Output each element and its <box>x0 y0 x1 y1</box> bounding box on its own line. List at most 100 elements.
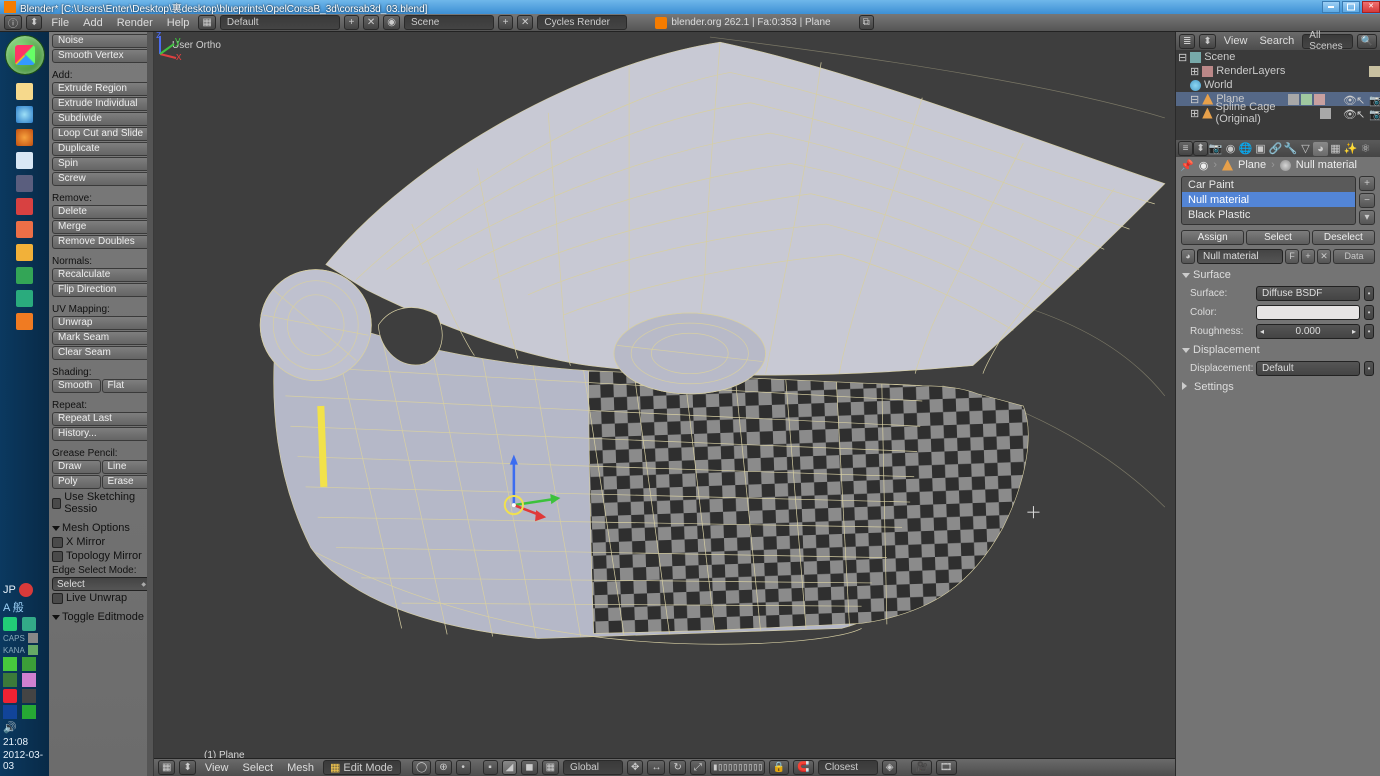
screen-delete-icon[interactable]: ✕ <box>363 15 379 30</box>
topology-mirror-checkbox[interactable] <box>52 551 63 562</box>
gp-line-button[interactable]: Line <box>102 460 151 474</box>
lock-camera-icon[interactable]: 🔒 <box>769 760 789 775</box>
task-item-notepad[interactable] <box>6 149 44 171</box>
pivot-menu-icon[interactable]: ⊕ <box>435 760 451 775</box>
live-unwrap-checkbox[interactable] <box>52 593 63 604</box>
mat-fake-user-button[interactable]: F <box>1285 249 1299 264</box>
tool-extrude-individual-button[interactable]: Extrude Individual <box>52 97 150 111</box>
outliner-search-menu[interactable]: Search <box>1255 34 1298 48</box>
surface-type-select[interactable]: Diffuse BSDF <box>1256 286 1360 301</box>
settings-section-header[interactable]: Settings <box>1176 378 1380 396</box>
tool-delete-button[interactable]: Delete <box>52 205 150 219</box>
taskbar-date[interactable]: 2012-03-03 <box>3 750 46 772</box>
vp-editor-type-icon[interactable]: ▦ <box>158 760 175 775</box>
menu-file[interactable]: File <box>46 15 74 31</box>
tool-duplicate-button[interactable]: Duplicate <box>52 142 150 156</box>
menu-add[interactable]: Add <box>78 15 108 31</box>
gp-poly-button[interactable]: Poly <box>52 475 101 489</box>
gp-draw-button[interactable]: Draw <box>52 460 101 474</box>
screen-add-icon[interactable]: + <box>344 15 359 30</box>
mat-slot-black-plastic[interactable]: Black Plastic <box>1182 207 1355 222</box>
outliner-row-renderlayers[interactable]: ⊞RenderLayers <box>1176 64 1380 78</box>
shading-mode-icon[interactable]: ◯ <box>412 760 431 775</box>
tool-unwrap-button[interactable]: Unwrap <box>52 316 150 330</box>
mat-deselect-button[interactable]: Deselect <box>1312 230 1375 245</box>
tab-particles[interactable]: ✨ <box>1343 142 1358 156</box>
mat-slot-null[interactable]: Null material <box>1182 192 1355 207</box>
task-item-app7[interactable] <box>6 218 44 240</box>
tab-scene[interactable]: ◉ <box>1223 142 1238 156</box>
outliner-expand-icon[interactable]: ⬍ <box>1199 34 1215 49</box>
tool-noise-button[interactable]: Noise <box>52 34 150 48</box>
outliner-view-menu[interactable]: View <box>1220 34 1252 48</box>
task-item-folder[interactable] <box>6 241 44 263</box>
window-maximize-button[interactable] <box>1342 1 1360 13</box>
toggle-editmode-header[interactable]: Toggle Editmode <box>52 609 150 624</box>
menu-render[interactable]: Render <box>112 15 158 31</box>
material-slot-list[interactable]: Car Paint Null material Black Plastic <box>1181 176 1356 225</box>
window-close-button[interactable] <box>1362 1 1380 13</box>
mode-select[interactable]: ▦Edit Mode <box>323 760 401 775</box>
tray-icon-10[interactable] <box>22 689 36 703</box>
ime-caps[interactable]: CAPS <box>3 634 25 643</box>
tool-flip-direction-button[interactable]: Flip Direction <box>52 283 150 297</box>
task-item-app10[interactable] <box>6 287 44 309</box>
roughness-node-link[interactable]: • <box>1364 324 1374 339</box>
vert-select-icon[interactable]: ▪ <box>483 760 498 775</box>
task-item-app6[interactable] <box>6 195 44 217</box>
tray-icon-6[interactable] <box>22 657 36 671</box>
taskbar-clock[interactable]: 21:08 <box>3 737 28 748</box>
snap-closest-icon[interactable]: ◈ <box>882 760 898 775</box>
edge-select-icon[interactable]: ◢ <box>502 760 518 775</box>
tool-repeat-last-button[interactable]: Repeat Last <box>52 412 150 426</box>
outliner-editor-type-icon[interactable]: ≣ <box>1179 34 1195 49</box>
tool-clear-seam-button[interactable]: Clear Seam <box>52 346 150 360</box>
tray-icon-8[interactable] <box>22 673 36 687</box>
scene-browse-icon[interactable]: ◉ <box>383 15 400 30</box>
tool-spin-button[interactable]: Spin <box>52 157 150 171</box>
scene-add-icon[interactable]: + <box>498 15 513 30</box>
roughness-slider[interactable]: 0.000 <box>1256 324 1360 339</box>
outliner-filter-select[interactable]: All Scenes <box>1302 34 1352 49</box>
start-button[interactable] <box>5 35 45 75</box>
tool-recalculate-button[interactable]: Recalculate <box>52 268 150 282</box>
layers-icon[interactable]: ▮▯▯▯▯▯▯▯▯▯ <box>710 760 765 775</box>
mat-browse-icon[interactable]: ◕ <box>1181 249 1195 264</box>
tab-modifiers[interactable]: 🔧 <box>1283 142 1298 156</box>
window-minimize-button[interactable] <box>1322 1 1340 13</box>
mat-select-button[interactable]: Select <box>1246 230 1309 245</box>
outliner[interactable]: ⊟Scene ⊞RenderLayers World ⊟Plane👁↖📷 ⊞Sp… <box>1176 50 1380 140</box>
tray-icon-12[interactable] <box>22 705 36 719</box>
mat-new-button[interactable]: + <box>1301 249 1315 264</box>
mat-assign-button[interactable]: Assign <box>1181 230 1244 245</box>
surface-section-header[interactable]: Surface <box>1176 266 1380 284</box>
render-engine-select[interactable]: Cycles Render <box>537 15 627 30</box>
color-swatch-button[interactable] <box>1256 305 1360 320</box>
info-expand-icon[interactable]: ⬍ <box>26 15 42 30</box>
manip-scale-icon[interactable]: ⤢ <box>690 760 706 775</box>
tray-icon-4[interactable] <box>28 645 38 655</box>
outliner-row-world[interactable]: World <box>1176 78 1380 92</box>
tab-material[interactable]: ◕ <box>1313 142 1328 156</box>
tab-constraints[interactable]: 🔗 <box>1268 142 1283 156</box>
vp-menu-view[interactable]: View <box>200 760 234 776</box>
tool-loopcut-button[interactable]: Loop Cut and Slide <box>52 127 150 141</box>
mat-name-field[interactable]: Null material <box>1197 249 1283 264</box>
snap-toggle-icon[interactable]: 🧲 <box>793 760 813 775</box>
props-editor-icon[interactable]: ≡ <box>1178 141 1193 156</box>
opengl-render-icon[interactable]: 🎥 <box>911 760 931 775</box>
color-node-link[interactable]: • <box>1364 305 1374 320</box>
screen-browse-icon[interactable]: ▦ <box>198 15 215 30</box>
scene-delete-icon[interactable]: ✕ <box>517 15 533 30</box>
ime-icon[interactable] <box>19 583 33 597</box>
3d-viewport[interactable]: User Ortho <box>154 32 1175 776</box>
editor-type-icon[interactable]: ⓘ <box>4 15 22 30</box>
tab-texture[interactable]: ▦ <box>1328 142 1343 156</box>
tool-history-button[interactable]: History... <box>52 427 150 441</box>
outliner-row-spline[interactable]: ⊞Spline Cage (Original)👁↖📷 <box>1176 106 1380 120</box>
tool-merge-button[interactable]: Merge <box>52 220 150 234</box>
orientation-select[interactable]: Global <box>563 760 623 775</box>
ime-kana[interactable]: KANA <box>3 646 25 655</box>
task-item-explorer[interactable] <box>6 80 44 102</box>
surface-node-link[interactable]: • <box>1364 286 1374 301</box>
